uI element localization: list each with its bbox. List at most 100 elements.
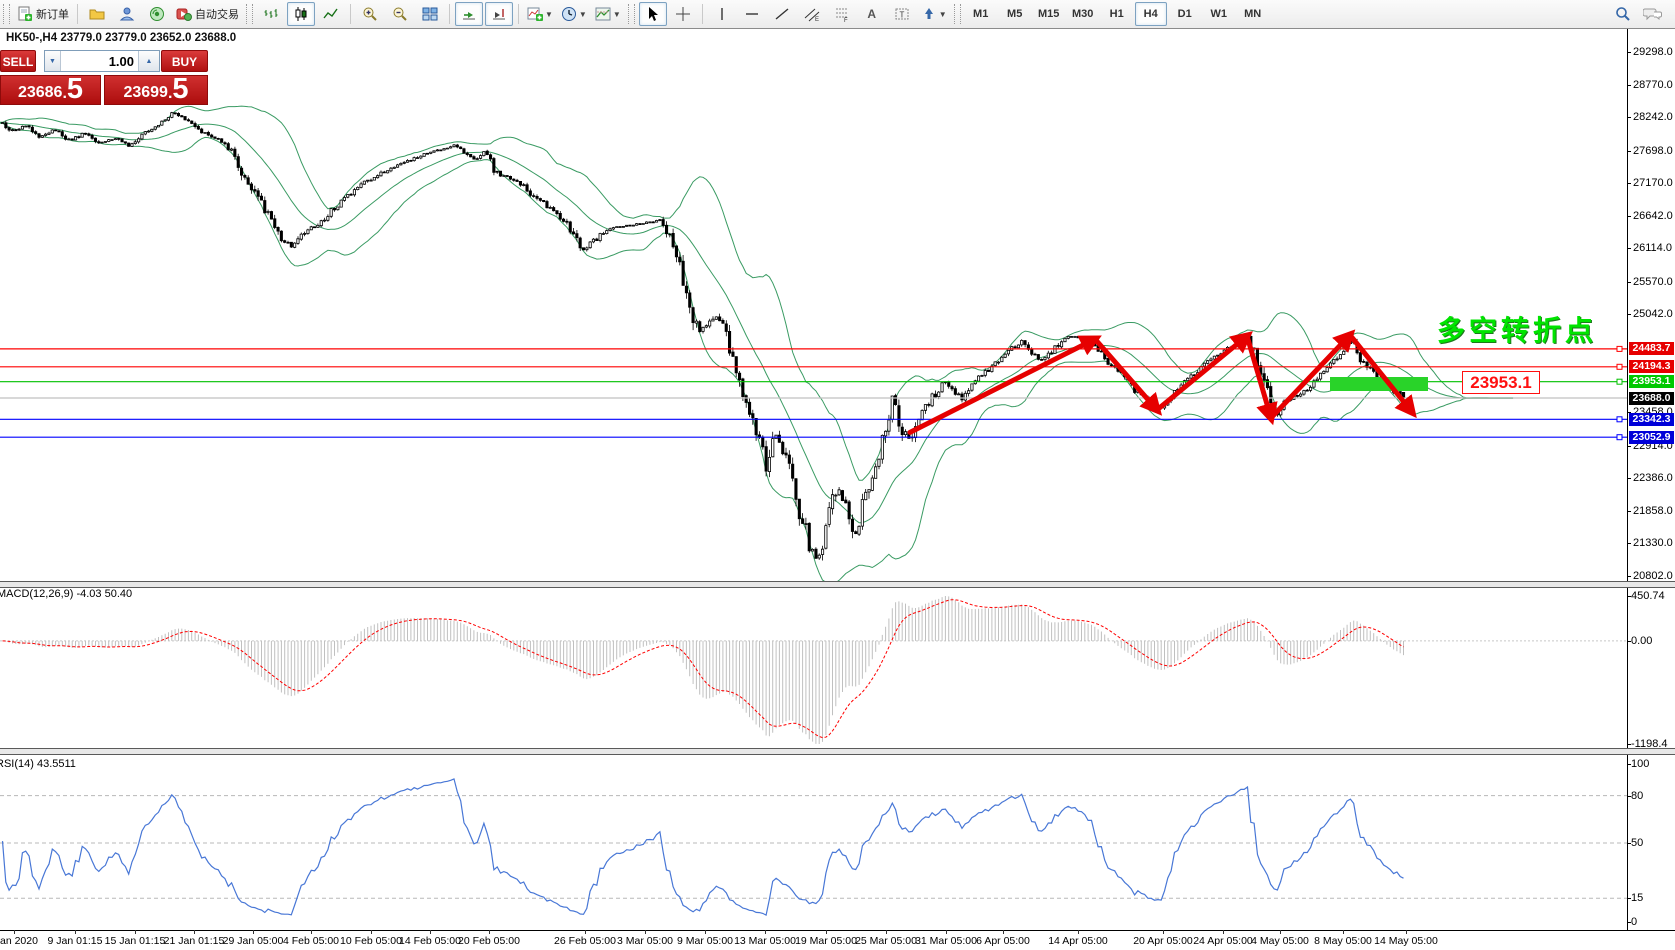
contact-icon: [119, 6, 135, 22]
timeframe-button-m5[interactable]: M5: [999, 2, 1031, 26]
channel-icon: E: [804, 6, 820, 22]
line-chart-icon: [323, 6, 339, 22]
line-handle: [1617, 417, 1622, 422]
toolbar: 新订单 自动交易: [0, 0, 1675, 29]
toolbar-grip[interactable]: [246, 4, 253, 24]
zoom-in-icon: [362, 6, 378, 22]
timeframe-button-mn[interactable]: MN: [1237, 2, 1269, 26]
dropdown-caret: ▼: [613, 10, 621, 19]
horizontal-line-button[interactable]: [738, 2, 766, 26]
timeframe-button-h4[interactable]: H4: [1135, 2, 1167, 26]
bar-chart-icon: [263, 6, 279, 22]
crosshair-button[interactable]: [669, 2, 697, 26]
autotrade-button[interactable]: 自动交易: [173, 2, 242, 26]
autotrade-icon: [176, 6, 192, 22]
new-order-icon: [17, 6, 33, 22]
dropdown-caret: ▼: [939, 10, 947, 19]
zoom-in-button[interactable]: [356, 2, 384, 26]
volume-decrease-button[interactable]: ▼: [45, 51, 61, 71]
volume-input[interactable]: [61, 51, 138, 71]
svg-text:F: F: [844, 18, 848, 22]
candlestick-icon: [293, 6, 309, 22]
bollinger-lower: [0, 123, 1513, 583]
sell-button[interactable]: SELL: [0, 50, 36, 72]
label-tool-icon: T: [894, 6, 910, 22]
timeframe-button-m15[interactable]: M15: [1033, 2, 1065, 26]
new-order-button[interactable]: 新订单: [14, 2, 72, 26]
profiles-button[interactable]: [83, 2, 111, 26]
rsi-panel: [0, 779, 1627, 915]
arrows-tool-button[interactable]: ▼: [918, 2, 950, 26]
line-handle: [1617, 379, 1622, 384]
search-button[interactable]: [1609, 2, 1637, 26]
bar-chart-button[interactable]: [257, 2, 285, 26]
timeframe-button-h1[interactable]: H1: [1101, 2, 1133, 26]
candles-up: [1, 113, 1398, 558]
periods-button[interactable]: ▼: [558, 2, 590, 26]
mt4-window: 新订单 自动交易: [0, 0, 1675, 950]
text-tool-icon: A: [867, 7, 876, 21]
bid-price-box[interactable]: 23686 . 5: [0, 75, 101, 105]
auto-scroll-button[interactable]: [455, 2, 483, 26]
templates-button[interactable]: ▼: [592, 2, 624, 26]
arrows-tool-icon: [921, 6, 937, 22]
vertical-line-icon: [714, 6, 730, 22]
channel-button[interactable]: E: [798, 2, 826, 26]
indicators-button[interactable]: ▼: [524, 2, 556, 26]
toolbar-grip[interactable]: [954, 4, 961, 24]
timeframe-button-m1[interactable]: M1: [965, 2, 997, 26]
toolbar-grip[interactable]: [3, 4, 10, 24]
line-chart-button[interactable]: [317, 2, 345, 26]
vertical-line-button[interactable]: [708, 2, 736, 26]
crosshair-icon: [675, 6, 691, 22]
template-icon: [595, 6, 611, 22]
timeframe-button-m30[interactable]: M30: [1067, 2, 1099, 26]
label-tool-button[interactable]: T: [888, 2, 916, 26]
buy-button[interactable]: BUY: [161, 50, 208, 72]
ask-price-box[interactable]: 23699 . 5: [104, 75, 208, 105]
tile-windows-icon: [422, 6, 438, 22]
zoom-out-button[interactable]: [386, 2, 414, 26]
volume-increase-button[interactable]: ▲: [138, 51, 159, 71]
signals-button[interactable]: [143, 2, 171, 26]
bid-price-pip: 5: [67, 76, 83, 103]
bollinger-middle: [0, 123, 1513, 523]
zigzag-arrow-2: [1095, 339, 1157, 410]
svg-text:E: E: [815, 17, 819, 22]
tile-windows-button[interactable]: [416, 2, 444, 26]
macd-label: MACD(12,26,9) -4.03 50.40: [0, 588, 132, 600]
folder-icon: [89, 6, 105, 22]
trendline-button[interactable]: [768, 2, 796, 26]
time-axis-line: [0, 930, 1675, 931]
line-handle: [1617, 346, 1622, 351]
line-handle: [1617, 435, 1622, 440]
chat-icon: [1643, 6, 1663, 22]
toolbar-grip[interactable]: [628, 4, 635, 24]
cursor-button[interactable]: [639, 2, 667, 26]
zigzag-arrow-5: [1271, 335, 1350, 418]
line-handle: [1617, 364, 1622, 369]
panel-divider[interactable]: [0, 748, 1675, 755]
contacts-button[interactable]: [113, 2, 141, 26]
chart-shift-button[interactable]: [485, 2, 513, 26]
fibonacci-icon: F: [834, 6, 850, 22]
auto-scroll-icon: [461, 6, 477, 22]
autotrade-label: 自动交易: [195, 6, 239, 22]
bid-price-main: 23686: [18, 83, 63, 103]
trendline-icon: [774, 6, 790, 22]
turning-point-annotation: 多空转折点: [1437, 309, 1597, 349]
price-callout-box[interactable]: 23953.1: [1462, 371, 1540, 394]
fibonacci-button[interactable]: F: [828, 2, 856, 26]
timeframe-button-w1[interactable]: W1: [1203, 2, 1235, 26]
zigzag-arrow-3: [1157, 336, 1247, 410]
candlestick-chart-button[interactable]: [287, 2, 315, 26]
zigzag-arrow-6: [1350, 335, 1412, 412]
chat-button[interactable]: [1639, 2, 1667, 26]
timeframe-button-d1[interactable]: D1: [1169, 2, 1201, 26]
macd-panel: [0, 596, 1627, 744]
dropdown-caret: ▼: [579, 10, 587, 19]
text-tool-button[interactable]: A: [858, 2, 886, 26]
panel-divider[interactable]: [0, 581, 1675, 588]
macd-histogram: [3, 596, 1404, 744]
chart-svg: [0, 0, 1675, 950]
